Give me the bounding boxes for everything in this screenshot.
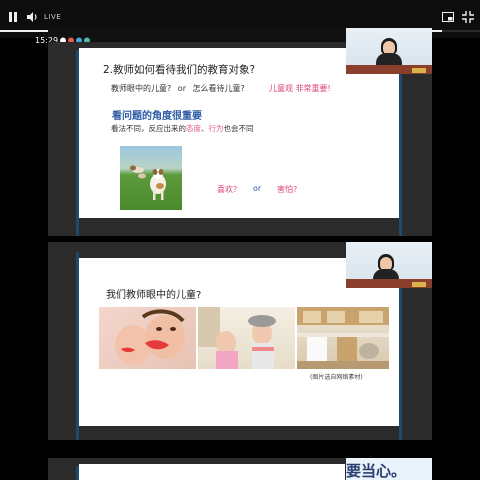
screen-frame-1: 15:29 2.教师如何看待我们的教育对象? 教师眼中的儿童? or 怎么看待儿…	[35, 28, 432, 236]
fullscreen-exit-button[interactable]	[462, 11, 474, 25]
slide3-text: 要当心。	[346, 462, 407, 480]
slide1-sub-comma: 、	[201, 124, 209, 133]
name-plate	[412, 68, 426, 73]
slide1-line1-b: 怎么看待儿童?	[192, 84, 245, 93]
slide1-line1-or: or	[177, 84, 186, 93]
teacher-camera-2	[346, 242, 432, 288]
fullscreen-exit-icon	[462, 11, 474, 23]
volume-icon	[27, 12, 37, 22]
pause-button[interactable]	[8, 11, 18, 25]
slide-3	[79, 464, 345, 480]
volume-button[interactable]	[26, 11, 38, 25]
slide1-sub-e: 也会不同	[223, 124, 254, 133]
messy-kitchen-illustration	[297, 307, 389, 369]
kids-pots-photo	[198, 307, 295, 369]
slide1-sub-attitude: 态度	[186, 124, 201, 133]
slide1-note: 儿童观 非常重要!	[269, 84, 331, 93]
slide1-or: or	[253, 184, 262, 193]
picture-in-picture-button[interactable]	[442, 11, 454, 25]
screen-frame-3: 要当心。	[48, 458, 432, 480]
kids-lipstick-photo	[99, 307, 196, 369]
frame-accent-right	[399, 50, 402, 236]
messy-kitchen-photo	[297, 307, 389, 369]
slide1-question: 教师眼中的儿童? or 怎么看待儿童?	[111, 83, 245, 94]
kids-pots-illustration	[198, 307, 276, 369]
slide1-sub-a: 看法不同，反应出来的	[111, 124, 186, 133]
slide2-title: 我们教师眼中的儿童?	[106, 290, 202, 301]
slide2-caption: (图片选自网络素材)	[310, 374, 363, 381]
picture-in-picture-icon	[442, 12, 454, 22]
live-label: LIVE	[44, 13, 62, 21]
slide1-subline: 看法不同，反应出来的态度、行为也会不同	[111, 123, 254, 134]
kids-lipstick-illustration	[115, 309, 185, 365]
screen-frame-2: 我们教师眼中的儿童? (图片选自网络素材)	[48, 242, 432, 440]
slide1-line1-a: 教师眼中的儿童?	[111, 84, 172, 93]
slide1-heading: 看问题的角度很重要	[112, 111, 202, 122]
teacher-camera-1	[346, 28, 432, 74]
slide1-like: 喜欢？	[217, 185, 241, 194]
slide1-fear: 害怕?	[277, 185, 298, 194]
slide3-text-panel: 要当心。	[346, 458, 432, 480]
slide1-title: 2.教师如何看待我们的教育对象?	[103, 64, 256, 76]
dogs-running-photo	[120, 146, 182, 210]
name-plate-2	[412, 282, 426, 287]
dogs-illustration	[130, 165, 166, 200]
pause-icon	[9, 12, 17, 22]
slide1-sub-behavior: 行为	[208, 124, 224, 133]
